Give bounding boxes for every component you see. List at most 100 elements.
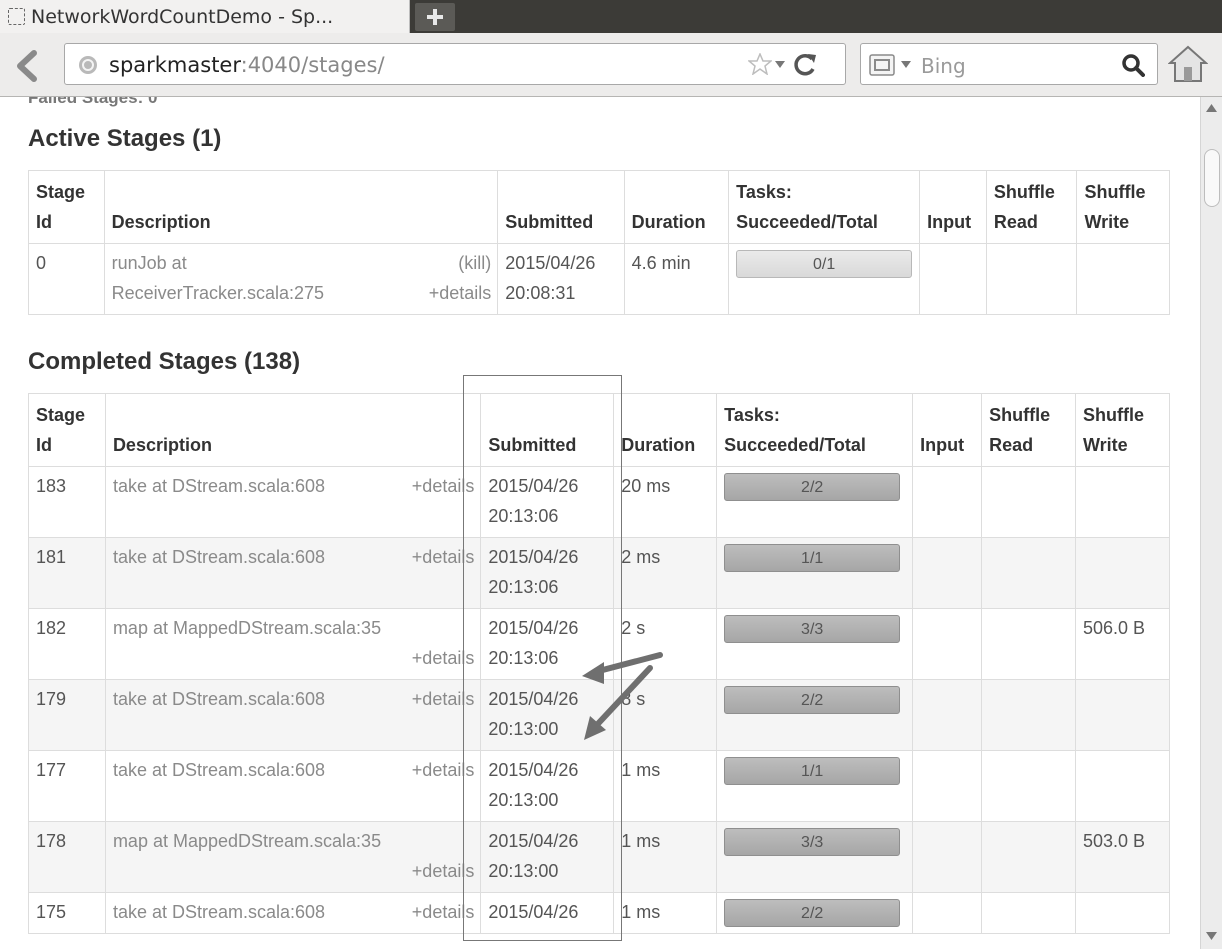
submitted-cell: 2015/04/26 20:13:00: [480, 679, 615, 751]
column-header-input[interactable]: Input: [912, 393, 983, 467]
url-bar[interactable]: sparkmaster:4040/stages/: [64, 43, 846, 85]
shuffle-read-cell: [981, 608, 1077, 680]
duration-cell: 1 ms: [613, 750, 718, 822]
table-row: 182 map at MappedDStream.scala:35 +detai…: [28, 608, 1170, 680]
back-arrow-icon[interactable]: [12, 49, 42, 83]
description-cell: take at DStream.scala:608 +details: [104, 892, 482, 934]
submitted-cell: 2015/04/26: [480, 892, 615, 934]
description-cell: take at DStream.scala:608 +details: [104, 679, 482, 751]
navigation-bar: sparkmaster:4040/stages/ Bing: [0, 33, 1222, 97]
shuffle-read-cell: [981, 750, 1077, 822]
column-header-shuffle-write[interactable]: Shuffle Write: [1076, 170, 1170, 244]
shuffle-read-cell: [981, 892, 1077, 934]
details-link[interactable]: +details: [412, 897, 475, 927]
table-row: 175 take at DStream.scala:608 +details 2…: [28, 892, 1170, 934]
input-cell: [912, 679, 983, 751]
table-row: 183 take at DStream.scala:608 +details 2…: [28, 466, 1170, 538]
stage-id-cell: 181: [28, 537, 106, 609]
column-header-shuffle-read[interactable]: Shuffle Read: [981, 393, 1077, 467]
table-row: 181 take at DStream.scala:608 +details 2…: [28, 537, 1170, 609]
browser-tab[interactable]: NetworkWordCountDemo - Sp...: [0, 0, 410, 33]
plus-icon: [427, 9, 443, 25]
tasks-cell: 2/2: [716, 679, 914, 751]
details-link[interactable]: +details: [412, 856, 475, 886]
details-link[interactable]: +details: [412, 684, 475, 714]
column-header-tasks[interactable]: Tasks: Succeeded/Total: [728, 170, 921, 244]
shuffle-read-cell: [981, 679, 1077, 751]
chevron-down-icon[interactable]: [901, 61, 911, 69]
task-progress-bar: 2/2: [724, 686, 901, 714]
input-cell: [919, 243, 987, 315]
column-header-description[interactable]: Description: [104, 393, 482, 467]
details-link[interactable]: +details: [429, 278, 492, 308]
submitted-cell: 2015/04/26 20:13:06: [480, 466, 615, 538]
tasks-cell: 1/1: [716, 537, 914, 609]
table-row: 178 map at MappedDStream.scala:35 +detai…: [28, 821, 1170, 893]
chevron-down-icon[interactable]: [775, 61, 785, 69]
duration-cell: 2 ms: [613, 537, 718, 609]
stage-description-link[interactable]: map at MappedDStream.scala:35: [113, 826, 473, 856]
column-header-submitted[interactable]: Submitted: [497, 170, 625, 244]
tasks-cell: 3/3: [716, 821, 914, 893]
active-stages-heading: Active Stages (1): [28, 125, 222, 152]
details-link[interactable]: +details: [412, 471, 475, 501]
new-tab-button[interactable]: [415, 3, 455, 31]
input-cell: [912, 608, 983, 680]
column-header-duration[interactable]: Duration: [613, 393, 718, 467]
tab-strip: NetworkWordCountDemo - Sp...: [0, 0, 1222, 33]
duration-cell: 20 ms: [613, 466, 718, 538]
url-path: :4040/stages/: [240, 53, 385, 77]
details-link[interactable]: +details: [412, 542, 475, 572]
search-icon[interactable]: [1121, 53, 1145, 77]
submitted-cell: 2015/04/26 20:13:06: [480, 537, 615, 609]
task-progress-bar: 1/1: [724, 757, 901, 785]
stage-description-link[interactable]: runJob at ReceiverTracker.scala:275: [112, 248, 382, 308]
completed-stages-heading: Completed Stages (138): [28, 348, 301, 375]
column-header-input[interactable]: Input: [919, 170, 987, 244]
stage-id-cell: 182: [28, 608, 106, 680]
shuffle-write-cell: [1076, 243, 1170, 315]
column-header-duration[interactable]: Duration: [623, 170, 730, 244]
shuffle-write-cell: [1075, 892, 1170, 934]
submitted-cell: 2015/04/26 20:13:00: [480, 821, 615, 893]
stage-description-link[interactable]: map at MappedDStream.scala:35: [113, 613, 473, 643]
duration-cell: 4.6 min: [623, 243, 730, 315]
failed-stages-heading: Failed Stages: 0: [28, 97, 158, 107]
column-header-description[interactable]: Description: [103, 170, 499, 244]
column-header-stage-id[interactable]: Stage Id: [28, 170, 105, 244]
column-header-tasks[interactable]: Tasks: Succeeded/Total: [716, 393, 914, 467]
reload-icon[interactable]: [792, 52, 818, 78]
column-header-stage-id[interactable]: Stage Id: [28, 393, 106, 467]
column-header-shuffle-write[interactable]: Shuffle Write: [1075, 393, 1170, 467]
shuffle-write-cell: [1075, 466, 1170, 538]
scroll-down-arrow-icon[interactable]: [1205, 929, 1218, 943]
kill-link[interactable]: (kill): [458, 248, 491, 278]
page-content: Failed Stages: 0 Active Stages (1) Stage…: [0, 97, 1200, 949]
task-progress-bar: 2/2: [724, 899, 901, 927]
column-header-submitted[interactable]: Submitted: [480, 393, 615, 467]
details-link[interactable]: +details: [412, 643, 475, 673]
scroll-up-arrow-icon[interactable]: [1205, 101, 1218, 115]
vertical-scrollbar[interactable]: [1200, 97, 1222, 949]
stage-id-cell: 175: [28, 892, 106, 934]
search-placeholder[interactable]: Bing: [921, 54, 966, 78]
scrollbar-thumb[interactable]: [1204, 149, 1220, 207]
table-header-row: Stage Id Description Submitted Duration …: [28, 393, 1170, 467]
search-bar[interactable]: Bing: [860, 43, 1158, 85]
bookmark-star-icon[interactable]: [748, 53, 772, 75]
column-header-shuffle-read[interactable]: Shuffle Read: [985, 170, 1078, 244]
globe-icon: [79, 56, 97, 74]
shuffle-write-cell: 506.0 B: [1075, 608, 1170, 680]
details-link[interactable]: +details: [412, 755, 475, 785]
tasks-cell: 1/1: [716, 750, 914, 822]
task-progress-bar: 3/3: [724, 828, 901, 856]
description-cell: map at MappedDStream.scala:35 +details: [104, 608, 482, 680]
home-icon[interactable]: [1168, 45, 1208, 83]
input-cell: [912, 466, 983, 538]
duration-cell: 1 ms: [613, 892, 718, 934]
table-row: 0 runJob at ReceiverTracker.scala:275 (k…: [28, 243, 1170, 315]
search-engine-icon[interactable]: [869, 54, 895, 76]
description-cell: runJob at ReceiverTracker.scala:275 (kil…: [103, 243, 499, 315]
description-cell: take at DStream.scala:608 +details: [104, 466, 482, 538]
url-text[interactable]: sparkmaster:4040/stages/: [109, 53, 385, 77]
